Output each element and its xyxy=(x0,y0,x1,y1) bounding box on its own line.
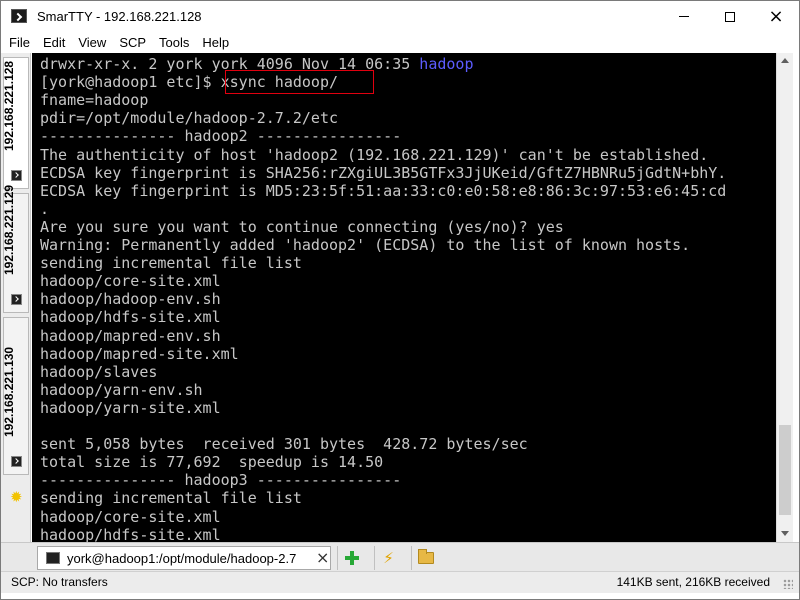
side-tab-host-128[interactable]: 192.168.221.128 xyxy=(2,57,29,189)
terminal-line-text: pdir=/opt/module/hadoop-2.7.2/etc xyxy=(40,109,339,128)
terminal-line: hadoop/mapred-site.xml xyxy=(40,345,239,363)
terminal-line: hadoop/hdfs-site.xml xyxy=(40,526,221,542)
minimize-icon xyxy=(679,16,689,17)
terminal-line: fname=hadoop xyxy=(40,91,148,109)
terminal-line: hadoop/core-site.xml xyxy=(40,508,221,526)
scroll-up-icon[interactable] xyxy=(781,58,789,63)
terminal-output[interactable]: drwxr-xr-x. 2 york york 4096 Nov 14 06:3… xyxy=(32,53,776,542)
terminal-line-text: sending incremental file list xyxy=(40,254,302,273)
session-bar: york@hadoop1:/opt/module/hadoop-2.7 × ⚡ xyxy=(1,542,799,571)
close-button[interactable]: × xyxy=(753,1,799,32)
sun-icon[interactable]: ✹ xyxy=(10,490,24,505)
menu-file[interactable]: File xyxy=(9,35,30,50)
terminal-line: ECDSA key fingerprint is MD5:23:5f:51:aa… xyxy=(40,182,726,200)
maximize-icon xyxy=(725,11,735,22)
quick-command-button[interactable]: ⚡ xyxy=(374,546,402,570)
terminal-line-text: hadoop/mapred-site.xml xyxy=(40,344,239,363)
terminal-line-text: hadoop/core-site.xml xyxy=(40,507,221,526)
file-browser-button[interactable] xyxy=(411,546,439,570)
side-tab-host-130[interactable]: 192.168.221.130 xyxy=(2,317,29,475)
terminal-line: . xyxy=(40,200,49,218)
title-bar[interactable]: SmarTTY - 192.168.221.128 × xyxy=(1,1,799,32)
menu-view[interactable]: View xyxy=(78,35,106,50)
terminal-line-text: hadoop/hadoop-env.sh xyxy=(40,290,221,309)
highlighted-command-box xyxy=(225,70,374,94)
terminal-line-text: hadoop/yarn-env.sh xyxy=(40,380,203,399)
close-tab-icon[interactable]: × xyxy=(316,548,329,567)
terminal-line-text: --------------- hadoop3 ---------------- xyxy=(40,471,402,490)
resize-grip-icon[interactable] xyxy=(783,579,793,589)
terminal-line: ECDSA key fingerprint is SHA256:rZXgiUL3… xyxy=(40,164,726,182)
terminal-line-text: ECDSA key fingerprint is SHA256:rZXgiUL3… xyxy=(40,163,727,182)
session-tab-label: york@hadoop1:/opt/module/hadoop-2.7 xyxy=(67,551,297,566)
terminal-line-text: ECDSA key fingerprint is MD5:23:5f:51:aa… xyxy=(40,181,727,200)
side-tab-host-129[interactable]: 192.168.221.129 xyxy=(2,185,29,313)
terminal-line: hadoop/slaves xyxy=(40,363,157,381)
terminal-line-text: hadoop/slaves xyxy=(40,362,158,381)
menu-bar: File Edit View SCP Tools Help xyxy=(1,32,799,53)
terminal-line-text: hadoop/yarn-site.xml xyxy=(40,398,221,417)
terminal-line-text: sent 5,058 bytes received 301 bytes 428.… xyxy=(40,435,528,454)
terminal-line: hadoop/mapred-env.sh xyxy=(40,327,221,345)
lightning-icon: ⚡ xyxy=(383,549,394,567)
window-title: SmarTTY - 192.168.221.128 xyxy=(37,9,202,24)
terminal-line: sending incremental file list xyxy=(40,254,302,272)
plus-icon xyxy=(344,551,359,565)
side-tab-label: 192.168.221.129 xyxy=(2,184,16,275)
maximize-button[interactable] xyxy=(707,1,753,32)
terminal-line-text: --------------- hadoop2 ---------------- xyxy=(40,127,402,146)
terminal-line-text: sending incremental file list xyxy=(40,489,302,508)
terminal-line: total size is 77,692 speedup is 14.50 xyxy=(40,453,383,471)
terminal-line: hadoop/hdfs-site.xml xyxy=(40,308,221,326)
terminal-line-text: . xyxy=(40,199,50,218)
terminal-line-text: Warning: Permanently added 'hadoop2' (EC… xyxy=(40,236,691,254)
terminal-line-text: total size is 77,692 speedup is 14.50 xyxy=(40,453,384,472)
directory-name: hadoop xyxy=(419,55,474,73)
terminal-line: --------------- hadoop3 ---------------- xyxy=(40,471,401,489)
terminal-line: hadoop/yarn-site.xml xyxy=(40,399,221,417)
terminal-line: The authenticity of host 'hadoop2 (192.1… xyxy=(40,146,708,164)
terminal-line: --------------- hadoop2 ---------------- xyxy=(40,127,401,145)
terminal-line-text: hadoop/hdfs-site.xml xyxy=(40,308,221,327)
terminal-line: sending incremental file list xyxy=(40,489,302,507)
side-tab-label: 192.168.221.130 xyxy=(2,346,16,437)
close-icon: × xyxy=(768,5,784,27)
scp-status: SCP: No transfers xyxy=(11,575,108,589)
terminal-line-text: Are you sure you want to continue connec… xyxy=(40,217,564,236)
scroll-down-icon[interactable] xyxy=(781,531,789,536)
terminal-line-text: hadoop/mapred-env.sh xyxy=(40,326,221,345)
terminal-line-text: hadoop/hdfs-site.xml xyxy=(40,525,221,542)
session-sidebar: 192.168.221.128 192.168.221.129 192.168.… xyxy=(1,53,31,542)
terminal-line: hadoop/core-site.xml xyxy=(40,272,221,290)
minimize-button[interactable] xyxy=(661,1,707,32)
status-bar: SCP: No transfers 141KB sent, 216KB rece… xyxy=(1,571,799,593)
terminal-icon xyxy=(11,294,22,305)
terminal-line: hadoop/yarn-env.sh xyxy=(40,381,203,399)
terminal-line: hadoop/hadoop-env.sh xyxy=(40,290,221,308)
scroll-thumb[interactable] xyxy=(779,425,791,515)
new-session-button[interactable] xyxy=(337,546,365,570)
terminal-line-text: The authenticity of host 'hadoop2 (192.1… xyxy=(40,145,709,164)
terminal-line: sent 5,058 bytes received 301 bytes 428.… xyxy=(40,435,528,453)
app-terminal-icon xyxy=(11,9,27,23)
terminal-scrollbar[interactable] xyxy=(776,53,793,542)
terminal-line-text: hadoop/core-site.xml xyxy=(40,272,221,291)
menu-edit[interactable]: Edit xyxy=(43,35,65,50)
menu-scp[interactable]: SCP xyxy=(119,35,146,50)
terminal-icon xyxy=(11,456,22,467)
terminal-line-text: fname=hadoop xyxy=(40,91,149,110)
terminal-line: pdir=/opt/module/hadoop-2.7.2/etc xyxy=(40,109,338,127)
terminal-icon xyxy=(46,552,60,564)
smartty-window: SmarTTY - 192.168.221.128 × File Edit Vi… xyxy=(0,0,800,600)
terminal-line: Are you sure you want to continue connec… xyxy=(40,218,564,236)
terminal-line: Warning: Permanently added 'hadoop2' (EC… xyxy=(40,236,690,254)
transfer-stats: 141KB sent, 216KB received xyxy=(616,575,770,589)
menu-help[interactable]: Help xyxy=(202,35,229,50)
side-tab-label: 192.168.221.128 xyxy=(2,60,16,151)
folder-icon xyxy=(417,549,434,564)
menu-tools[interactable]: Tools xyxy=(159,35,189,50)
session-tab[interactable]: york@hadoop1:/opt/module/hadoop-2.7 × xyxy=(37,546,331,570)
terminal-icon xyxy=(11,170,22,181)
